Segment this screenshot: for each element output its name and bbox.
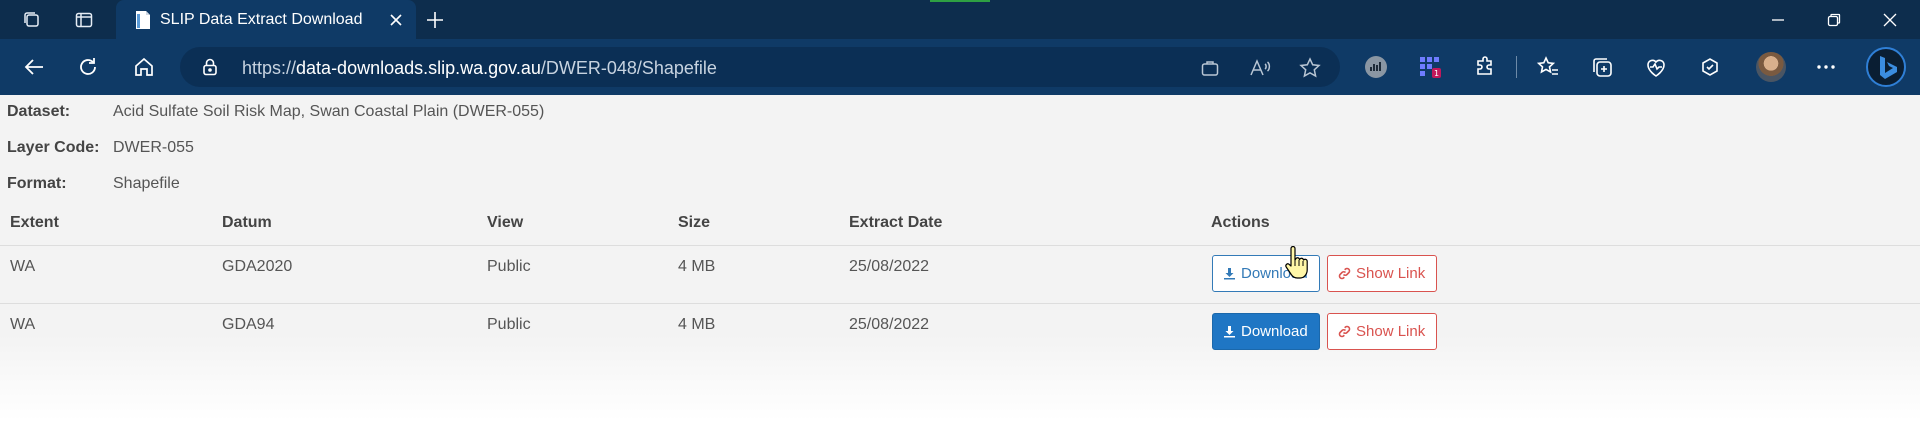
- app-available-icon[interactable]: [1198, 56, 1222, 80]
- tab-slip-data-extract[interactable]: SLIP Data Extract Download: [116, 0, 416, 39]
- close-tab-icon[interactable]: [384, 8, 408, 32]
- show-link-button-label: Show Link: [1356, 323, 1426, 340]
- browser-essentials-icon[interactable]: [1642, 53, 1670, 81]
- more-options-icon[interactable]: [1812, 53, 1840, 81]
- copilot-icon[interactable]: [1866, 47, 1906, 87]
- extensions-puzzle-icon[interactable]: [1472, 53, 1500, 81]
- minimize-icon[interactable]: [1758, 4, 1798, 36]
- page-content: Dataset: Acid Sulfate Soil Risk Map, Swa…: [0, 95, 1920, 421]
- collections-icon[interactable]: [1588, 53, 1616, 81]
- close-window-icon[interactable]: [1870, 4, 1910, 36]
- loading-indicator: [930, 0, 990, 2]
- show-link-button[interactable]: Show Link: [1327, 313, 1438, 350]
- table-row: WA GDA2020 Public 4 MB 25/08/2022 Downlo…: [0, 245, 1920, 303]
- cell-datum: GDA94: [222, 316, 275, 333]
- svg-text:1: 1: [1434, 69, 1439, 78]
- back-icon[interactable]: [18, 51, 50, 83]
- cell-view: Public: [487, 316, 531, 333]
- browser-toolbar: https://data-downloads.slip.wa.gov.au/DW…: [0, 39, 1920, 95]
- cell-extent: WA: [10, 258, 36, 275]
- tab-actions-icon[interactable]: [72, 8, 96, 32]
- favorite-star-icon[interactable]: [1298, 56, 1322, 80]
- lock-icon[interactable]: [200, 57, 220, 77]
- format-label: Format:: [7, 175, 67, 192]
- new-tab-icon[interactable]: [422, 7, 448, 33]
- extension-stats-icon[interactable]: [1362, 53, 1390, 81]
- show-link-button-label: Show Link: [1356, 265, 1426, 282]
- favorites-icon[interactable]: [1534, 53, 1562, 81]
- col-header-actions: Actions: [1211, 214, 1270, 231]
- col-header-extract-date: Extract Date: [849, 214, 943, 231]
- layer-code-label: Layer Code:: [7, 139, 100, 156]
- col-header-extent: Extent: [10, 214, 59, 231]
- download-button[interactable]: Download: [1212, 313, 1320, 350]
- download-icon: [1224, 326, 1235, 338]
- url-text[interactable]: https://data-downloads.slip.wa.gov.au/DW…: [242, 58, 717, 79]
- profile-avatar[interactable]: [1756, 52, 1786, 82]
- show-link-button[interactable]: Show Link: [1327, 255, 1438, 292]
- download-icon: [1224, 268, 1235, 280]
- restore-icon[interactable]: [1814, 4, 1854, 36]
- cell-extract-date: 25/08/2022: [849, 258, 930, 275]
- layer-code-value: DWER-055: [113, 139, 194, 156]
- workspaces-icon[interactable]: [20, 8, 44, 32]
- table-row: WA GDA94 Public 4 MB 25/08/2022 Download…: [0, 303, 1920, 361]
- address-bar[interactable]: https://data-downloads.slip.wa.gov.au/DW…: [180, 47, 1340, 87]
- browser-tab-strip: SLIP Data Extract Download: [0, 0, 1920, 39]
- refresh-icon[interactable]: [72, 51, 104, 83]
- col-header-view: View: [487, 214, 524, 231]
- link-icon: [1338, 267, 1351, 280]
- home-icon[interactable]: [128, 51, 160, 83]
- cell-extract-date: 25/08/2022: [849, 316, 930, 333]
- link-icon: [1338, 325, 1351, 338]
- performance-icon[interactable]: [1696, 53, 1724, 81]
- hand-cursor-icon: [1282, 245, 1312, 280]
- url-scheme: https://: [242, 58, 297, 78]
- col-header-datum: Datum: [222, 214, 272, 231]
- dataset-value: Acid Sulfate Soil Risk Map, Swan Coastal…: [113, 103, 545, 120]
- cell-size: 4 MB: [678, 258, 716, 275]
- extension-grid-icon[interactable]: 1: [1416, 53, 1444, 81]
- download-button-label: Download: [1241, 323, 1308, 340]
- dataset-label: Dataset:: [7, 103, 71, 120]
- toolbar-divider: [1516, 56, 1517, 78]
- cell-size: 4 MB: [678, 316, 716, 333]
- read-aloud-icon[interactable]: [1248, 56, 1272, 80]
- url-path: /DWER-048/Shapefile: [540, 58, 717, 78]
- cell-view: Public: [487, 258, 531, 275]
- cell-datum: GDA2020: [222, 258, 293, 275]
- url-host: data-downloads.slip.wa.gov.au: [296, 58, 541, 78]
- cell-extent: WA: [10, 316, 36, 333]
- col-header-size: Size: [678, 214, 711, 231]
- page-favicon-icon: [134, 10, 152, 30]
- format-value: Shapefile: [113, 175, 180, 192]
- tab-title: SLIP Data Extract Download: [160, 11, 363, 28]
